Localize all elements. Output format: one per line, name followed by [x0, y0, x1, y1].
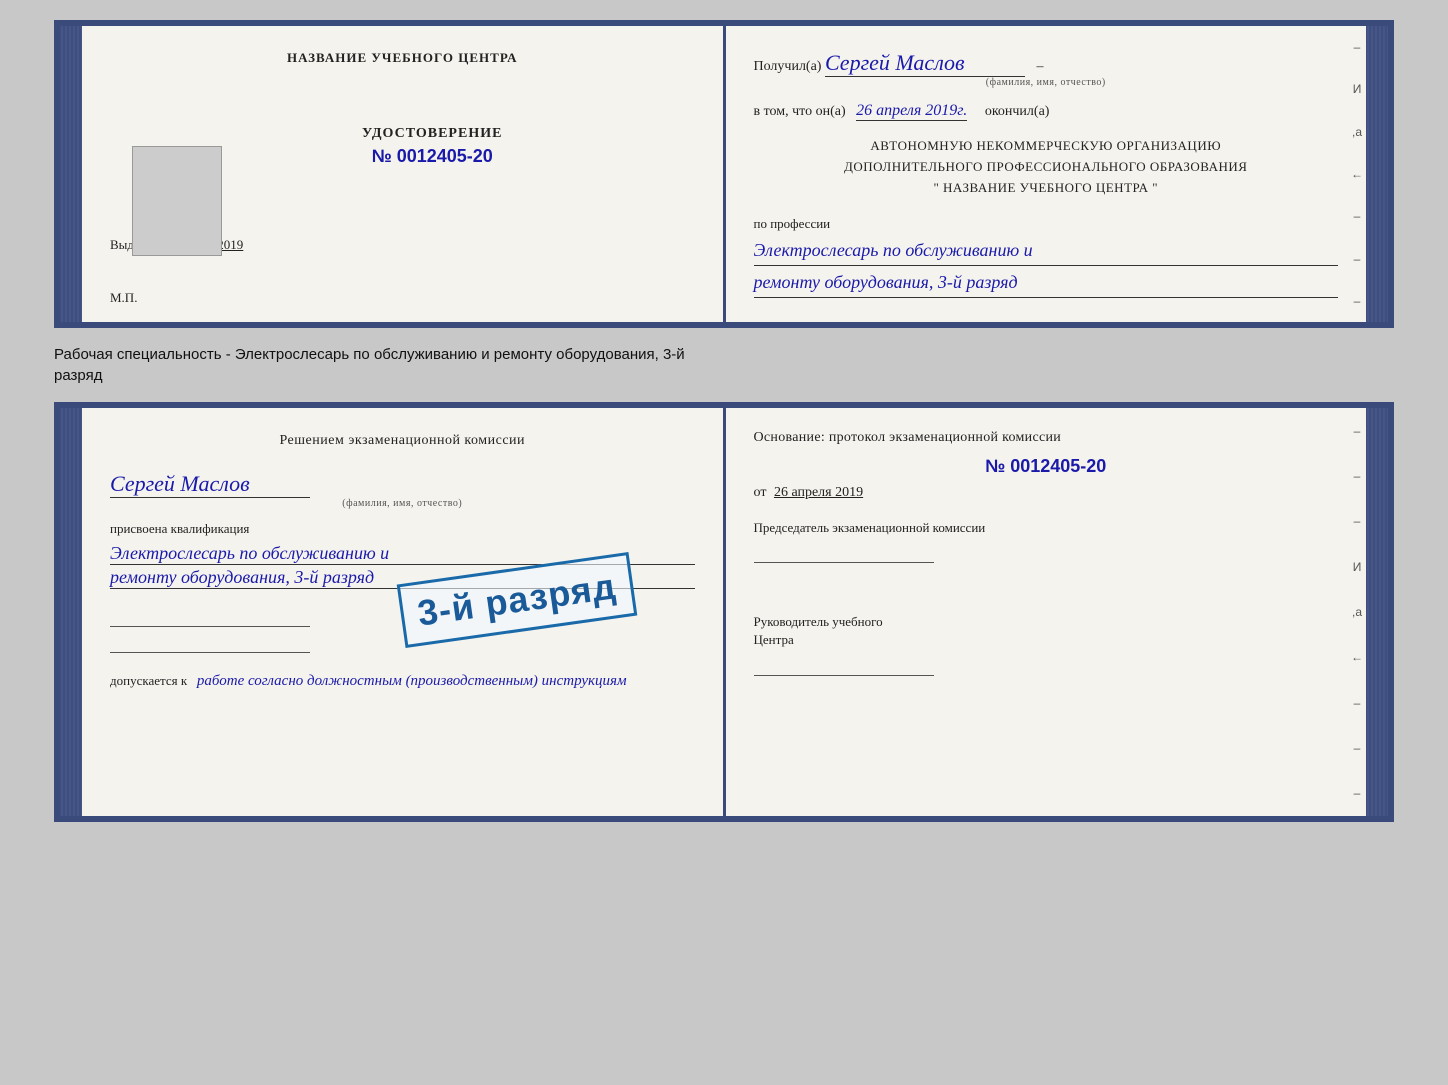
completed-word: окончил(а)	[985, 104, 1050, 119]
cert-title: УДОСТОВЕРЕНИЕ	[170, 126, 695, 142]
commission-sign-line	[754, 541, 934, 563]
caption-line2: разряд	[54, 367, 102, 384]
allowed-label: допускается к работе согласно должностны…	[110, 673, 695, 690]
name2-block: Сергей Маслов (фамилия, имя, отчество)	[110, 461, 695, 509]
profession-label: по профессии	[754, 216, 1339, 232]
caption-block: Рабочая специальность - Электрослесарь п…	[54, 344, 1394, 386]
side-dashes-right: – И ,а ← – – –	[1348, 26, 1366, 322]
allowed-prefix: допускается к	[110, 673, 187, 688]
study-head-line2: Центра	[754, 631, 1339, 649]
date-line: в том, что он(а) 26 апреля 2019г. окончи…	[754, 102, 1339, 120]
school-name-left: НАЗВАНИЕ УЧЕБНОГО ЦЕНТРА	[110, 50, 695, 66]
side-dashes-right-2: – – – И ,а ← – – –	[1348, 408, 1366, 816]
spine-left-2	[60, 408, 82, 816]
org-line3: " НАЗВАНИЕ УЧЕБНОГО ЦЕНТРА "	[754, 178, 1339, 199]
org-line2: ДОПОЛНИТЕЛЬНОГО ПРОФЕССИОНАЛЬНОГО ОБРАЗО…	[754, 157, 1339, 178]
name-subtitle-1: (фамилия, имя, отчество)	[754, 77, 1339, 88]
name2-subtitle: (фамилия, имя, отчество)	[110, 498, 695, 509]
card2-right-panel: Основание: протокол экзаменационной коми…	[726, 408, 1367, 816]
received-prefix: Получил(а)	[754, 59, 822, 74]
cert-number: № 0012405-20	[170, 146, 695, 167]
dash1: –	[1036, 59, 1043, 74]
allowed-text: работе согласно должностным (производств…	[197, 673, 627, 689]
certificate-card-1: НАЗВАНИЕ УЧЕБНОГО ЦЕНТРА УДОСТОВЕРЕНИЕ №…	[54, 20, 1394, 328]
org-block: АВТОНОМНУЮ НЕКОММЕРЧЕСКУЮ ОРГАНИЗАЦИЮ ДО…	[754, 136, 1339, 198]
name2-handwritten: Сергей Маслов	[110, 471, 310, 498]
recipient-name: Сергей Маслов	[825, 50, 1025, 77]
profession-line2: ремонту оборудования, 3-й разряд	[754, 268, 1339, 298]
basis-date-prefix: от	[754, 485, 767, 500]
received-line: Получил(а) Сергей Маслов – (фамилия, имя…	[754, 50, 1339, 88]
sign-line-1	[110, 605, 310, 627]
basis-number: № 0012405-20	[754, 456, 1339, 477]
certificate-card-2: Решением экзаменационной комиссии Сергей…	[54, 402, 1394, 822]
commission-head-block: Председатель экзаменационной комиссии	[754, 519, 1339, 563]
photo-placeholder	[132, 146, 222, 256]
study-head-block: Руководитель учебного Центра	[754, 613, 1339, 675]
sign-line-2	[110, 631, 310, 653]
basis-date: от 26 апреля 2019	[754, 485, 1339, 501]
cert-left-panel: НАЗВАНИЕ УЧЕБНОГО ЦЕНТРА УДОСТОВЕРЕНИЕ №…	[82, 26, 726, 322]
profession-line1: Электрослесарь по обслуживанию и	[754, 236, 1339, 266]
completion-date: 26 апреля 2019г.	[856, 102, 967, 121]
org-line1: АВТОНОМНУЮ НЕКОММЕРЧЕСКУЮ ОРГАНИЗАЦИЮ	[754, 136, 1339, 157]
mp-label: М.П.	[110, 290, 137, 306]
spine-left-1	[60, 26, 82, 322]
cert-right-panel: Получил(а) Сергей Маслов – (фамилия, имя…	[726, 26, 1367, 322]
commission-head-label: Председатель экзаменационной комиссии	[754, 519, 1339, 537]
basis-date-value: 26 апреля 2019	[774, 485, 863, 500]
caption-line1: Рабочая специальность - Электрослесарь п…	[54, 346, 685, 363]
study-sign-line	[754, 654, 934, 676]
assigned-label: присвоена квалификация	[110, 521, 695, 537]
study-head-line1: Руководитель учебного	[754, 613, 1339, 631]
basis-label: Основание: протокол экзаменационной коми…	[754, 430, 1339, 446]
line2-prefix: в том, что он(а)	[754, 104, 846, 119]
spine-right-2	[1366, 408, 1388, 816]
spine-right-1	[1366, 26, 1388, 322]
commission-title: Решением экзаменационной комиссии	[110, 430, 695, 451]
